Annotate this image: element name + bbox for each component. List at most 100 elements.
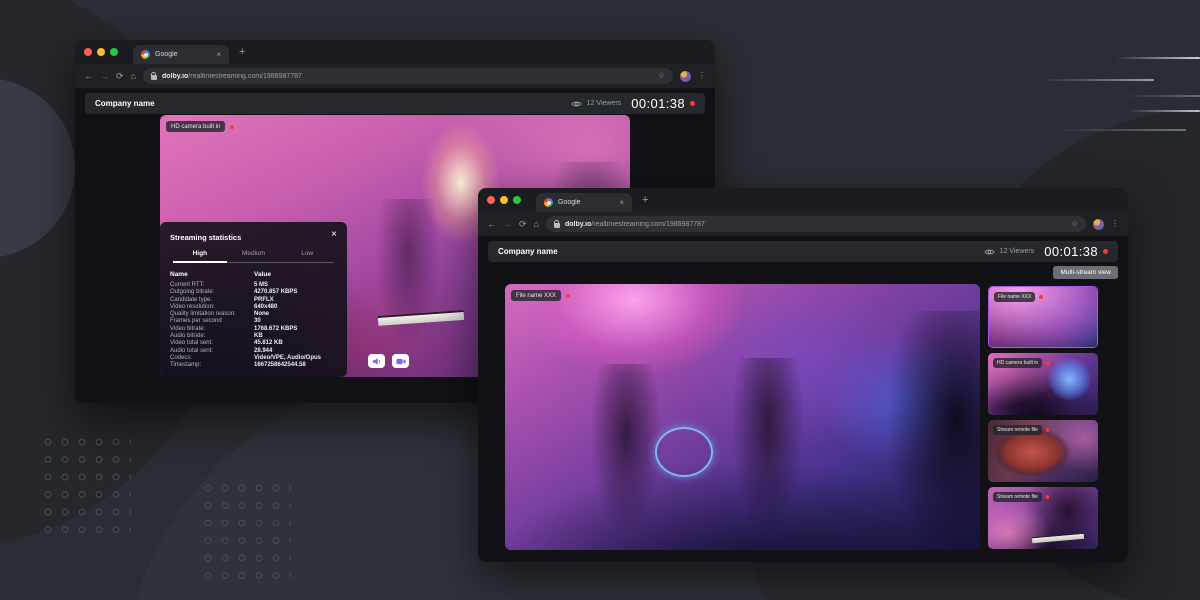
menu-kebab-icon[interactable]: ⋮ (1111, 220, 1119, 228)
table-row: Current RTT:5 MS (170, 282, 337, 289)
browser-window-front: Google × + ← → ⟳ ⌂ dolby.io/realtimestre… (478, 188, 1128, 562)
stat-name: Video bitrate: (170, 326, 254, 333)
live-indicator-dot (690, 101, 695, 106)
tab-low[interactable]: Low (280, 250, 334, 262)
close-tab-icon[interactable]: × (619, 199, 624, 207)
profile-avatar[interactable] (1093, 219, 1104, 230)
stream-thumbnail-4[interactable]: Stream remote file (988, 487, 1098, 549)
table-row: Video bitrate:1768.672 KBPS (170, 326, 337, 333)
thumbnail-label: Stream remote file (993, 492, 1042, 502)
url-text: dolby.io/realtimestreaming.com/198698778… (565, 221, 1066, 228)
address-bar[interactable]: dolby.io/realtimestreaming.com/198698778… (143, 68, 673, 84)
menu-kebab-icon[interactable]: ⋮ (698, 72, 706, 80)
reload-icon[interactable]: ⟳ (116, 72, 124, 81)
app-header: Company name 12 Viewers 00:01:38 (488, 241, 1118, 262)
thumbnail-label: File name XXX (994, 292, 1035, 302)
lock-icon (151, 75, 157, 80)
viewers-eye-icon (984, 248, 995, 256)
stat-name: Outgoing bitrate: (170, 289, 254, 296)
streak-decoration (1058, 129, 1186, 131)
camera-toggle-button[interactable] (392, 354, 409, 368)
thumbnail-label: Stream remote file (993, 425, 1042, 435)
stream-thumbnail-2[interactable]: HD camera built in (988, 353, 1098, 415)
stat-value: 30 (254, 318, 337, 325)
google-favicon-icon (544, 198, 553, 207)
multi-stream-view-button[interactable]: Multi-stream view (1053, 266, 1118, 279)
stat-name: Timestamp: (170, 362, 254, 369)
bookmark-star-icon[interactable]: ☆ (658, 72, 665, 80)
stat-value: 5 MS (254, 282, 337, 289)
recording-dot (566, 294, 570, 298)
stats-column-headers: Name Value (170, 271, 337, 278)
profile-avatar[interactable] (680, 71, 691, 82)
close-window-button[interactable] (487, 196, 495, 204)
stat-name: Current RTT: (170, 282, 254, 289)
viewer-count: 12 Viewers (1000, 248, 1035, 255)
recording-dot (1046, 361, 1050, 365)
reload-icon[interactable]: ⟳ (519, 220, 527, 229)
stat-name: Video total sent: (170, 340, 254, 347)
stream-timer: 00:01:38 (1044, 244, 1098, 259)
tab-medium[interactable]: Medium (227, 250, 281, 262)
home-icon[interactable]: ⌂ (131, 72, 136, 81)
stat-name: Quality limitation reason: (170, 311, 254, 318)
forward-icon[interactable]: → (100, 72, 109, 81)
tab-strip: Google × + (478, 188, 1128, 212)
new-tab-button[interactable]: + (239, 47, 245, 58)
bookmark-star-icon[interactable]: ☆ (1071, 220, 1078, 228)
tab-title: Google (155, 51, 211, 58)
video-label-row: HD camera built in (166, 121, 234, 132)
stat-name: Audio total sent: (170, 348, 254, 355)
streak-decoration (1115, 57, 1200, 59)
minimize-window-button[interactable] (500, 196, 508, 204)
stats-quality-tabs: High Medium Low (173, 250, 334, 263)
browser-tab[interactable]: Google × (536, 193, 632, 212)
forward-icon[interactable]: → (503, 220, 512, 229)
recording-dot (1046, 495, 1050, 499)
back-icon[interactable]: ← (84, 72, 93, 81)
maximize-window-button[interactable] (513, 196, 521, 204)
traffic-lights (84, 48, 118, 56)
maximize-window-button[interactable] (110, 48, 118, 56)
stat-value: 28.944 (254, 348, 337, 355)
browser-toolbar: ← → ⟳ ⌂ dolby.io/realtimestreaming.com/1… (75, 64, 715, 88)
tab-strip: Google × + (75, 40, 715, 64)
minimize-window-button[interactable] (97, 48, 105, 56)
close-tab-icon[interactable]: × (216, 51, 221, 59)
main-stream-video: File name XXX (505, 284, 980, 550)
address-bar[interactable]: dolby.io/realtimestreaming.com/198698778… (546, 216, 1086, 232)
url-domain: dolby.io (565, 221, 591, 228)
dot-grid-decoration (43, 437, 131, 541)
stream-thumbnail-3[interactable]: Stream remote file (988, 420, 1098, 482)
audio-toggle-button[interactable] (368, 354, 385, 368)
close-icon[interactable]: × (331, 230, 337, 240)
close-window-button[interactable] (84, 48, 92, 56)
stat-name: Frames per second (170, 318, 254, 325)
streak-decoration (1128, 110, 1200, 112)
table-row: Quality limitation reason:None (170, 311, 337, 318)
stream-thumbnail-1[interactable]: File name XXX (988, 286, 1098, 348)
video-label-row: File name XXX (511, 290, 570, 301)
browser-tab[interactable]: Google × (133, 45, 229, 64)
column-name: Name (170, 271, 254, 278)
thumbnail-label: HD camera built in (993, 358, 1042, 368)
video-source-label: File name XXX (511, 290, 561, 301)
tab-high[interactable]: High (173, 250, 227, 263)
viewer-count: 12 Viewers (587, 100, 622, 107)
table-row: Audio bitrate:KB (170, 333, 337, 340)
url-path: /realtimestreaming.com/1986987787 (591, 221, 705, 228)
company-name: Company name (498, 247, 558, 256)
stat-value: 4270.857 KBPS (254, 289, 337, 296)
stat-value: 45.812 KB (254, 340, 337, 347)
streaming-statistics-panel: Streaming statistics × High Medium Low N… (160, 222, 347, 377)
table-row: Frames per second30 (170, 318, 337, 325)
back-icon[interactable]: ← (487, 220, 496, 229)
stat-value: Video/VPE, Audio/Opus (254, 355, 337, 362)
new-tab-button[interactable]: + (642, 195, 648, 206)
table-row: Timestamp:1667258642544.58 (170, 362, 337, 369)
thumbnail-label-row: HD camera built in (993, 358, 1050, 368)
traffic-lights (487, 196, 521, 204)
table-row: Video resolution:640x480 (170, 304, 337, 311)
app-header: Company name 12 Viewers 00:01:38 (85, 93, 705, 114)
home-icon[interactable]: ⌂ (534, 220, 539, 229)
